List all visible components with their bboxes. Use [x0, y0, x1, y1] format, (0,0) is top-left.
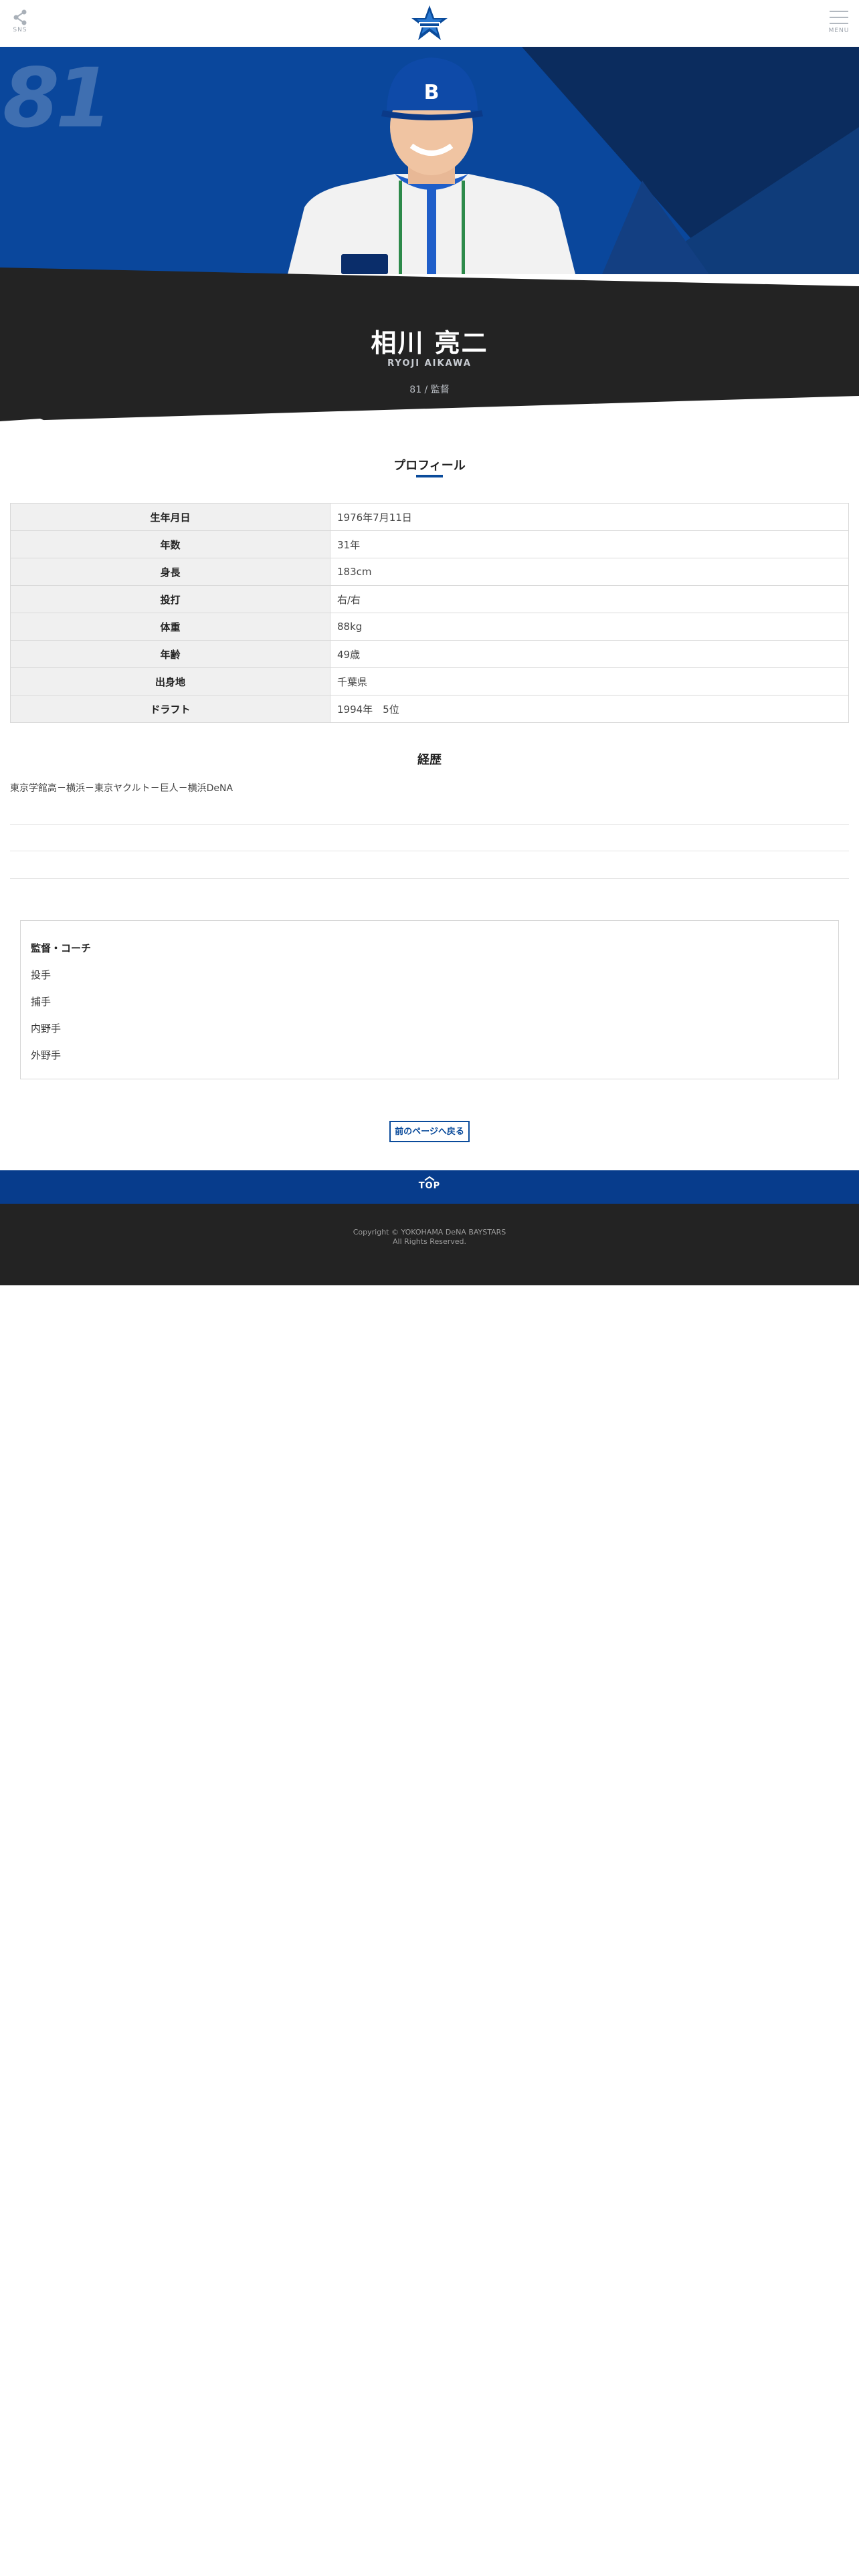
table-row: 身長 183cm: [10, 558, 849, 586]
share-label: SNS: [13, 27, 27, 33]
table-row: 生年月日 1976年7月11日: [10, 503, 849, 531]
svg-text:B: B: [424, 81, 440, 104]
row-value: 88kg: [330, 613, 849, 641]
row-label: 生年月日: [10, 503, 330, 531]
career-title: 経歴: [417, 753, 442, 767]
career-text: 東京学館高－横浜－東京ヤクルト－巨人－横浜DeNA: [10, 783, 233, 794]
row-label: 身長: [10, 558, 330, 586]
category-nav: 監督・コーチ 投手 捕手 内野手 外野手: [20, 920, 839, 1079]
row-value: 右/右: [330, 585, 849, 613]
player-name: 相川 亮二: [371, 328, 488, 358]
back-button[interactable]: 前のページへ戻る: [389, 1121, 470, 1142]
menu-label: MENU: [828, 27, 850, 34]
row-value: 183cm: [330, 558, 849, 586]
category-link-infielder[interactable]: 内野手: [31, 1021, 61, 1035]
copyright-line: All Rights Reserved.: [392, 1237, 467, 1246]
player-hero: B 81 相川 亮二 RYOJI AIKAWA 81 / 監督: [0, 47, 859, 448]
to-top-label: TOP: [418, 1181, 441, 1191]
site-header: SNS MENU: [0, 0, 859, 47]
to-top-button[interactable]: TOP: [0, 1170, 859, 1204]
table-row: 体重 88kg: [10, 613, 849, 641]
copyright-line: Copyright © YOKOHAMA DeNA BAYSTARS: [353, 1228, 506, 1237]
share-icon: [13, 9, 27, 25]
profile-title: プロフィール: [393, 459, 466, 473]
team-logo[interactable]: [409, 4, 450, 44]
divider: [10, 824, 849, 825]
player-name-english: RYOJI AIKAWA: [387, 358, 472, 368]
row-value: 31年: [330, 530, 849, 558]
category-link-staff[interactable]: 監督・コーチ: [31, 941, 91, 955]
divider: [10, 878, 849, 879]
star-logo-icon: [411, 5, 448, 40]
row-value: 千葉県: [330, 667, 849, 695]
category-link-outfielder[interactable]: 外野手: [31, 1048, 61, 1062]
row-value: 1976年7月11日: [330, 503, 849, 531]
row-label: 投打: [10, 585, 330, 613]
site-footer: Copyright © YOKOHAMA DeNA BAYSTARS All R…: [0, 1204, 859, 1285]
category-link-pitcher[interactable]: 投手: [31, 968, 51, 982]
player-number-watermark: 81: [3, 51, 112, 146]
table-row: 年数 31年: [10, 530, 849, 558]
table-row: 出身地 千葉県: [10, 667, 849, 695]
row-label: ドラフト: [10, 695, 330, 723]
table-row: 投打 右/右: [10, 585, 849, 613]
share-button[interactable]: SNS: [7, 9, 33, 40]
row-value: 49歳: [330, 640, 849, 668]
category-link-catcher[interactable]: 捕手: [31, 994, 51, 1008]
table-row: ドラフト 1994年 5位: [10, 695, 849, 723]
hamburger-icon: [830, 11, 848, 24]
profile-title-underline: [416, 475, 443, 477]
menu-button[interactable]: MENU: [826, 9, 852, 40]
row-value: 1994年 5位: [330, 695, 849, 723]
chevron-up-icon: [424, 1176, 435, 1181]
row-label: 出身地: [10, 667, 330, 695]
player-role: 81 / 監督: [409, 385, 450, 395]
row-label: 年数: [10, 530, 330, 558]
profile-table: 生年月日 1976年7月11日 年数 31年 身長 183cm 投打 右/右 体重 88k…: [10, 503, 849, 723]
copyright: Copyright © YOKOHAMA DeNA BAYSTARS All R…: [0, 1204, 859, 1247]
table-row: 年齢 49歳: [10, 640, 849, 668]
row-label: 年齢: [10, 640, 330, 668]
row-label: 体重: [10, 613, 330, 641]
